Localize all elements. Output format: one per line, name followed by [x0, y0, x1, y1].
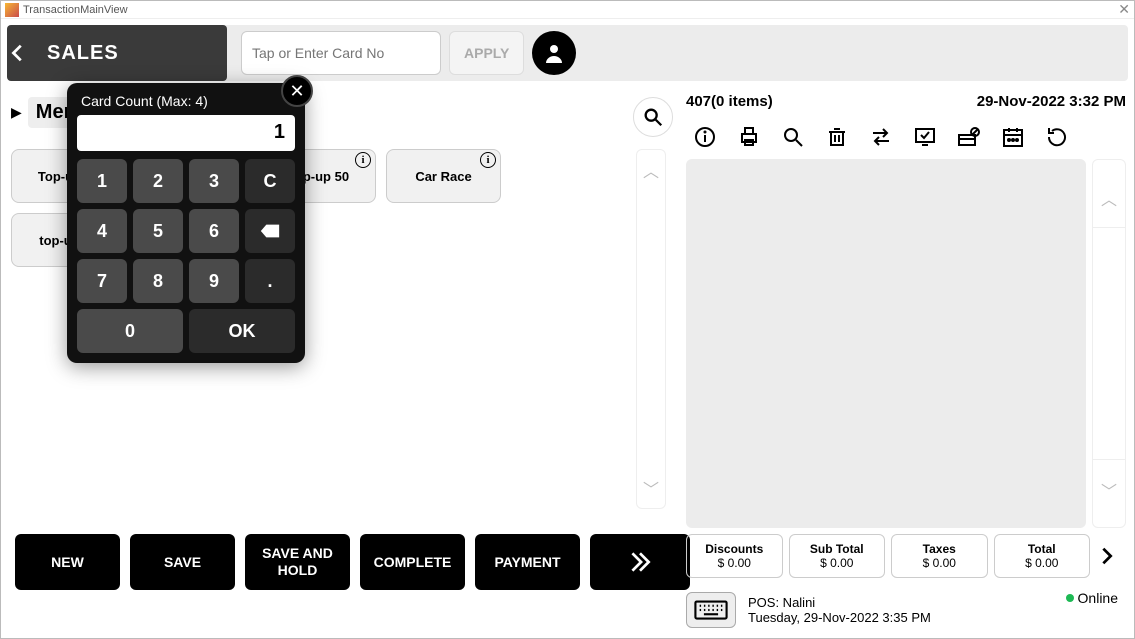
complete-button[interactable]: COMPLETE: [360, 534, 465, 590]
search-icon[interactable]: [780, 124, 806, 150]
totals-row: Discounts $ 0.00 Sub Total $ 0.00 Taxes …: [686, 534, 1126, 578]
tile-label: Car Race: [415, 169, 471, 184]
info-icon[interactable]: [692, 124, 718, 150]
scroll-up-icon[interactable]: ︿: [643, 158, 659, 182]
keypad-4[interactable]: 4: [77, 209, 127, 253]
keypad-clear[interactable]: C: [245, 159, 295, 203]
app-icon: [5, 3, 19, 17]
taxes-cell: Taxes $ 0.00: [891, 534, 988, 578]
bottom-actions: NEW SAVE SAVE AND HOLD COMPLETE PAYMENT: [15, 534, 690, 590]
keypad-title: Card Count (Max: 4): [77, 93, 295, 109]
keypad-backspace[interactable]: [245, 209, 295, 253]
keypad-close-button[interactable]: ✕: [281, 75, 313, 107]
info-icon[interactable]: i: [480, 152, 496, 168]
keyboard-button[interactable]: [686, 592, 736, 628]
keypad-3[interactable]: 3: [189, 159, 239, 203]
double-chevron-right-icon: [627, 549, 653, 575]
cart-summary: 407(0 items): [686, 93, 773, 110]
chevron-left-icon: [7, 42, 47, 64]
save-hold-button[interactable]: SAVE AND HOLD: [245, 534, 350, 590]
cart-datetime: 29-Nov-2022 3:32 PM: [977, 93, 1126, 110]
calendar-icon[interactable]: [1000, 124, 1026, 150]
discounts-value: $ 0.00: [718, 556, 751, 570]
scroll-up-icon[interactable]: ︿: [1093, 168, 1125, 228]
app-window: TransactionMainView ✕ SALES APPLY ▶ Menu: [0, 0, 1135, 639]
keyboard-icon: [694, 600, 728, 620]
keypad-ok[interactable]: OK: [189, 309, 295, 353]
cart-panel: 407(0 items) 29-Nov-2022 3:32 PM ︿ ﹀: [686, 89, 1126, 578]
content: SALES APPLY ▶ Menu Top-up 10i Top-up 20i…: [1, 19, 1134, 638]
card-count-keypad: ✕ Card Count (Max: 4) 1 1 2 3 C 4 5 6 7 …: [67, 83, 305, 363]
product-tile[interactable]: Car Race i: [386, 149, 501, 203]
transfer-icon[interactable]: [868, 124, 894, 150]
discounts-cell: Discounts $ 0.00: [686, 534, 783, 578]
subtotal-label: Sub Total: [810, 542, 864, 556]
keypad-dot[interactable]: .: [245, 259, 295, 303]
new-button[interactable]: NEW: [15, 534, 120, 590]
keypad-6[interactable]: 6: [189, 209, 239, 253]
keypad-display: 1: [77, 115, 295, 151]
keypad-2[interactable]: 2: [133, 159, 183, 203]
total-label: Total: [1028, 542, 1056, 556]
chevron-right-icon: [1096, 545, 1118, 567]
save-button[interactable]: SAVE: [130, 534, 235, 590]
subtotal-cell: Sub Total $ 0.00: [789, 534, 886, 578]
backspace-icon: [259, 220, 281, 242]
keypad-5[interactable]: 5: [133, 209, 183, 253]
user-avatar-button[interactable]: [532, 31, 576, 75]
online-label: Online: [1078, 590, 1118, 606]
payment-button[interactable]: PAYMENT: [475, 534, 580, 590]
apply-button[interactable]: APPLY: [449, 31, 524, 75]
taxes-label: Taxes: [923, 542, 956, 556]
user-icon: [542, 41, 566, 65]
status-bar: POS: Nalini Tuesday, 29-Nov-2022 3:35 PM…: [686, 586, 1124, 634]
status-datetime: Tuesday, 29-Nov-2022 3:35 PM: [748, 610, 931, 625]
cart-scrollbar[interactable]: ︿ ﹀: [1092, 159, 1126, 528]
online-status: Online: [1066, 590, 1118, 606]
print-icon[interactable]: [736, 124, 762, 150]
tiles-scrollbar[interactable]: ︿ ﹀: [636, 149, 666, 509]
search-icon: [642, 106, 664, 128]
refresh-icon[interactable]: [1044, 124, 1070, 150]
keypad-9[interactable]: 9: [189, 259, 239, 303]
keypad-8[interactable]: 8: [133, 259, 183, 303]
info-icon[interactable]: i: [355, 152, 371, 168]
pos-label: POS: Nalini: [748, 595, 931, 610]
window-close-icon[interactable]: ✕: [1118, 1, 1130, 18]
keypad-0[interactable]: 0: [77, 309, 183, 353]
cart-items-area: [686, 159, 1086, 528]
window-title: TransactionMainView: [23, 4, 128, 16]
scroll-down-icon[interactable]: ﹀: [643, 476, 659, 500]
next-page-button[interactable]: [590, 534, 690, 590]
total-cell: Total $ 0.00: [994, 534, 1091, 578]
subtotal-value: $ 0.00: [820, 556, 853, 570]
monitor-check-icon[interactable]: [912, 124, 938, 150]
totals-expand-button[interactable]: [1096, 545, 1126, 567]
taxes-value: $ 0.00: [923, 556, 956, 570]
chevron-right-icon: ▶: [11, 104, 22, 121]
card-number-input[interactable]: [241, 31, 441, 75]
status-dot-icon: [1066, 594, 1074, 602]
sales-label: SALES: [47, 42, 119, 65]
scroll-down-icon[interactable]: ﹀: [1093, 459, 1125, 519]
sales-back-button[interactable]: SALES: [7, 25, 227, 81]
title-bar: TransactionMainView ✕: [1, 1, 1134, 19]
discounts-label: Discounts: [705, 542, 763, 556]
product-search-button[interactable]: [633, 97, 673, 137]
keypad-7[interactable]: 7: [77, 259, 127, 303]
trash-icon[interactable]: [824, 124, 850, 150]
card-disable-icon[interactable]: [956, 124, 982, 150]
keypad-1[interactable]: 1: [77, 159, 127, 203]
total-value: $ 0.00: [1025, 556, 1058, 570]
cart-toolbar: [686, 119, 1126, 155]
